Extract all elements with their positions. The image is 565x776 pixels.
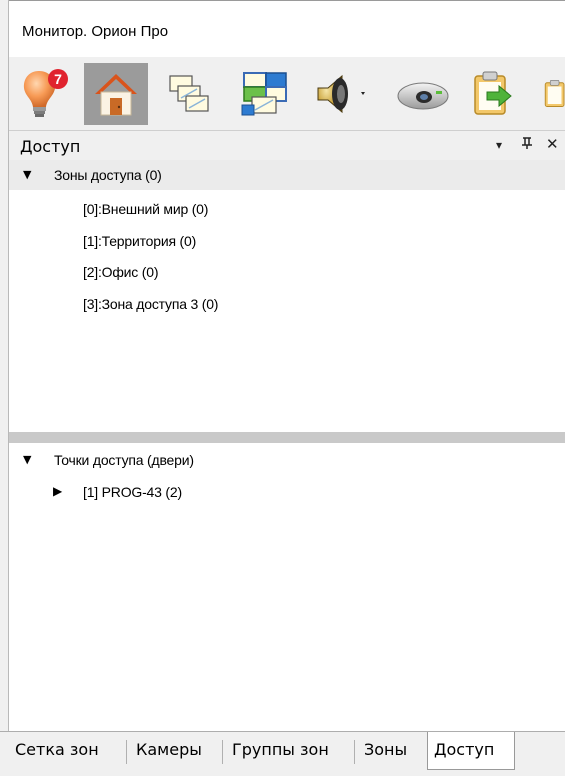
window-left-edge (0, 0, 9, 776)
list-item[interactable]: [0]:Внешний мир (0) (83, 201, 208, 217)
sound-button[interactable] (309, 63, 373, 125)
list-item[interactable]: [3]:Зона доступа 3 (0) (83, 296, 218, 312)
clipboard-arrow-icon (474, 71, 512, 115)
camera-projector-icon (397, 82, 449, 110)
tab-zones[interactable]: Зоны (358, 735, 407, 767)
panel-header: Доступ ▾ ✕ (9, 131, 565, 160)
plans-button[interactable] (156, 63, 220, 125)
plans-grid-icon (241, 72, 287, 116)
collapsed-caret-icon[interactable]: ▶ (53, 484, 62, 498)
report-export-button[interactable] (461, 63, 525, 125)
camera-button[interactable] (391, 63, 455, 125)
list-item[interactable]: [2]:Офис (0) (83, 264, 158, 280)
panel-pin-button[interactable] (521, 136, 533, 154)
clipboard-info-icon (544, 79, 565, 107)
alarm-button[interactable]: 7 (13, 63, 77, 125)
panel-close-button[interactable]: ✕ (546, 135, 559, 153)
expand-caret-icon[interactable]: ▼ (23, 168, 31, 181)
access-points-header[interactable]: Точки доступа (двери) (54, 452, 194, 468)
tab-separator (354, 740, 355, 764)
plans-grid-button[interactable] (233, 63, 297, 125)
tab-separator (126, 740, 127, 764)
window-title: Монитор. Орион Про (22, 23, 169, 40)
panel-title: Доступ (20, 137, 81, 156)
tab-strip: Сетка зон Камеры Группы зон Зоны Доступ (0, 731, 565, 776)
pin-icon (522, 137, 532, 149)
lightbulb-alarm-icon: 7 (23, 69, 68, 117)
access-zones-header-row[interactable]: ▼ Зоны доступа (0) (9, 160, 565, 190)
splitter[interactable] (9, 432, 565, 443)
plans-icon (169, 75, 209, 112)
speaker-icon (317, 74, 365, 114)
list-item[interactable]: [1] PROG-43 (2) (83, 484, 182, 500)
list-item[interactable]: [1]:Территория (0) (83, 233, 196, 249)
tab-separator (222, 740, 223, 764)
access-zones-header: Зоны доступа (0) (54, 167, 162, 183)
tab-access[interactable]: Доступ (427, 732, 515, 770)
access-points-pane: ▼ Точки доступа (двери) ▶ [1] PROG-43 (2… (9, 443, 565, 731)
home-icon (95, 74, 137, 116)
tab-zone-grid[interactable]: Сетка зон (9, 735, 99, 767)
expand-caret-icon[interactable]: ▼ (23, 453, 31, 466)
tab-zone-groups[interactable]: Группы зон (226, 735, 329, 767)
panel-menu-button[interactable]: ▾ (496, 138, 502, 152)
tab-cameras[interactable]: Камеры (130, 735, 202, 767)
home-button[interactable] (84, 63, 148, 125)
svg-text:7: 7 (54, 71, 62, 87)
title-bar: Монитор. Орион Про (9, 0, 565, 57)
report-info-button[interactable] (539, 63, 565, 125)
toolbar: 7 (9, 57, 565, 131)
